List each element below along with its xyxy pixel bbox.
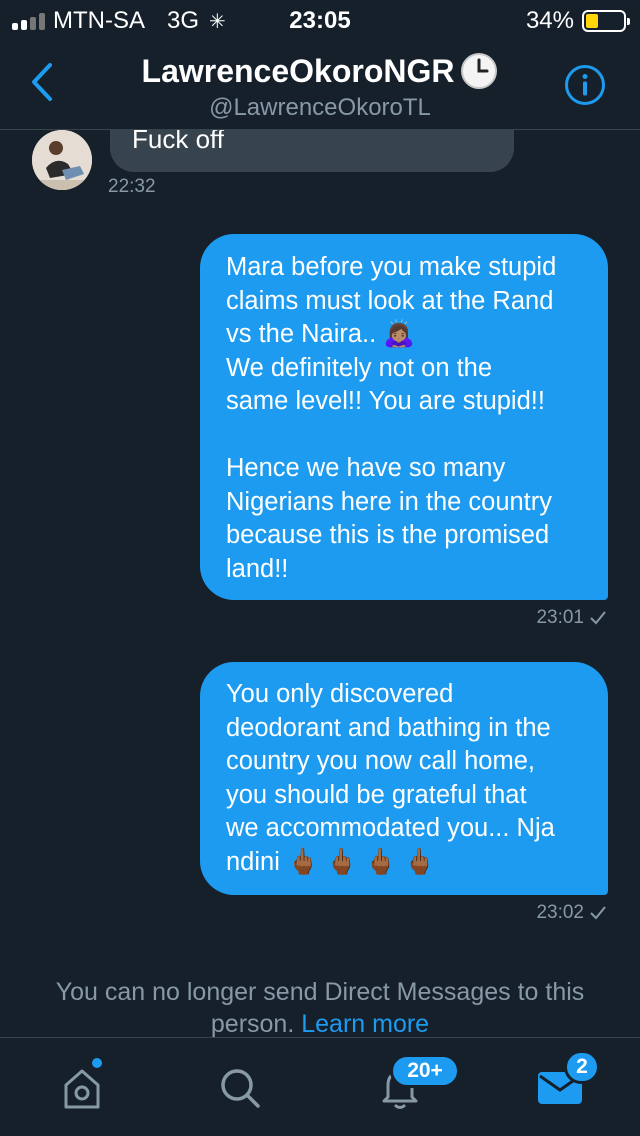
learn-more-link[interactable]: Learn more [301,1010,429,1038]
sent-bubble[interactable]: Mara before you make stupid claims must … [200,234,608,600]
message-line: We definitely not on the [226,353,493,382]
message-line: you should be grateful that [226,780,527,809]
contact-name-text: LawrenceOkoroNGR [141,52,455,89]
contact-name[interactable]: LawrenceOkoroNGR [0,52,640,90]
notifications-badge: 20+ [390,1054,460,1088]
tab-search[interactable] [210,1060,270,1116]
tab-bar: 20+ 2 [0,1037,640,1136]
message-line [226,419,582,453]
carrier-name: MTN-SA [53,7,145,34]
message-timestamp: 22:32 [108,176,156,197]
message-line: country you now call home, [226,747,535,775]
sent-bubble[interactable]: You only discovered deodorant and bathin… [200,662,608,895]
info-button[interactable] [564,64,606,106]
avatar-image [32,130,92,190]
checkmark-icon [590,906,606,920]
network-type: 3G [167,7,200,34]
message-line: Hence we have so many [226,454,506,482]
clock-icon [461,53,498,89]
info-icon [565,65,605,105]
battery-percent: 34% [525,7,574,34]
tab-home[interactable] [52,1056,112,1116]
checkmark-icon [590,611,606,625]
message-line: same level!! You are stupid!! [226,387,545,415]
message-status: 23:01 [536,607,606,629]
battery-level [586,14,599,28]
message-line: because this is the promised [226,521,550,549]
status-left: MTN-SA 3G ✳ [12,7,226,35]
conversation-header: LawrenceOkoroNGR @LawrenceOkoroTL [0,40,640,130]
message-timestamp: 23:02 [536,902,584,923]
dm-conversation-screen: MTN-SA 3G ✳ 23:05 34% LawrenceOkoroNGR @… [0,0,640,1136]
message-line: Nigerians here in the country [226,487,553,516]
message-status: 23:02 [536,902,606,924]
activity-spinner-icon: ✳ [209,10,226,33]
message-line: claims must look at the Rand [226,286,554,315]
signal-strength-icon [12,12,45,30]
message-line: deodorant and bathing in the [226,713,551,742]
message-line: ndini 🖕🏾 🖕🏾 🖕🏾 🖕🏾 [226,847,436,876]
home-new-dot [90,1056,104,1070]
messages-badge: 2 [564,1050,600,1084]
avatar[interactable] [32,130,92,190]
status-right: 34% [525,7,630,35]
message-line: You only discovered [226,680,454,708]
message-timestamp: 23:01 [536,607,584,628]
contact-handle: @LawrenceOkoroTL [209,94,431,121]
message-line: vs the Naira.. 🙇🏽‍♀️ [226,320,416,348]
home-icon [64,1069,100,1109]
search-icon [221,1069,260,1108]
tab-messages[interactable]: 2 [530,1050,600,1116]
battery-icon [582,10,630,32]
dm-disabled-notice: You can no longer send Direct Messages t… [20,976,620,1040]
message-line: Mara before you make stupid [226,253,557,281]
status-bar: MTN-SA 3G ✳ 23:05 34% [0,0,640,40]
message-line: we accommodated you... Nja [226,814,555,842]
tab-notifications[interactable]: 20+ [370,1054,460,1116]
message-line: land!! [226,554,289,583]
